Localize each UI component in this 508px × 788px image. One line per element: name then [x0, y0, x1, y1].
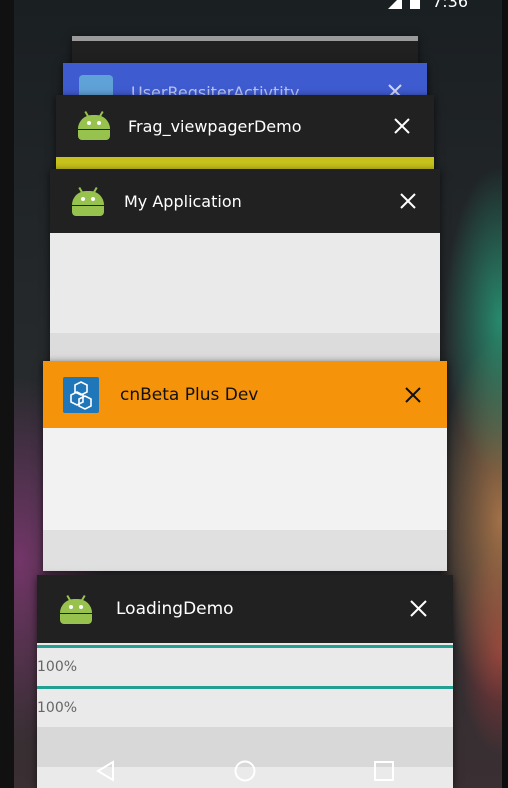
progress-label: 100%	[37, 659, 78, 675]
close-icon[interactable]	[405, 387, 421, 403]
task-preview-footer	[43, 530, 447, 571]
back-icon[interactable]	[89, 754, 123, 788]
close-icon[interactable]	[394, 118, 410, 134]
progress-label: 100%	[37, 700, 78, 716]
cnbeta-hexagon-icon	[63, 377, 99, 413]
task-title: LoadingDemo	[116, 599, 234, 619]
android-robot-icon	[60, 594, 92, 624]
recent-task-card[interactable]: cnBeta Plus Dev	[43, 361, 447, 571]
task-preview	[50, 233, 440, 333]
close-icon[interactable]	[410, 600, 427, 617]
close-icon[interactable]	[400, 193, 416, 209]
android-robot-icon	[72, 186, 104, 216]
status-time: 7:36	[432, 0, 468, 11]
task-preview	[43, 428, 447, 530]
device-bezel-left	[0, 0, 14, 788]
task-title: cnBeta Plus Dev	[120, 385, 259, 405]
navigation-bar	[37, 753, 453, 788]
recents-icon[interactable]	[367, 754, 401, 788]
battery-icon	[410, 0, 424, 9]
device-bezel-right	[502, 0, 508, 788]
status-bar: 7:36	[388, 0, 468, 11]
recent-task-card[interactable]: My Application	[50, 169, 440, 369]
android-robot-icon	[78, 110, 110, 140]
task-title: Frag_viewpagerDemo	[128, 117, 302, 136]
task-title: My Application	[124, 192, 242, 211]
home-icon[interactable]	[228, 754, 262, 788]
signal-icon	[388, 0, 403, 9]
recent-task-card[interactable]: Frag_viewpagerDemo	[56, 95, 434, 175]
